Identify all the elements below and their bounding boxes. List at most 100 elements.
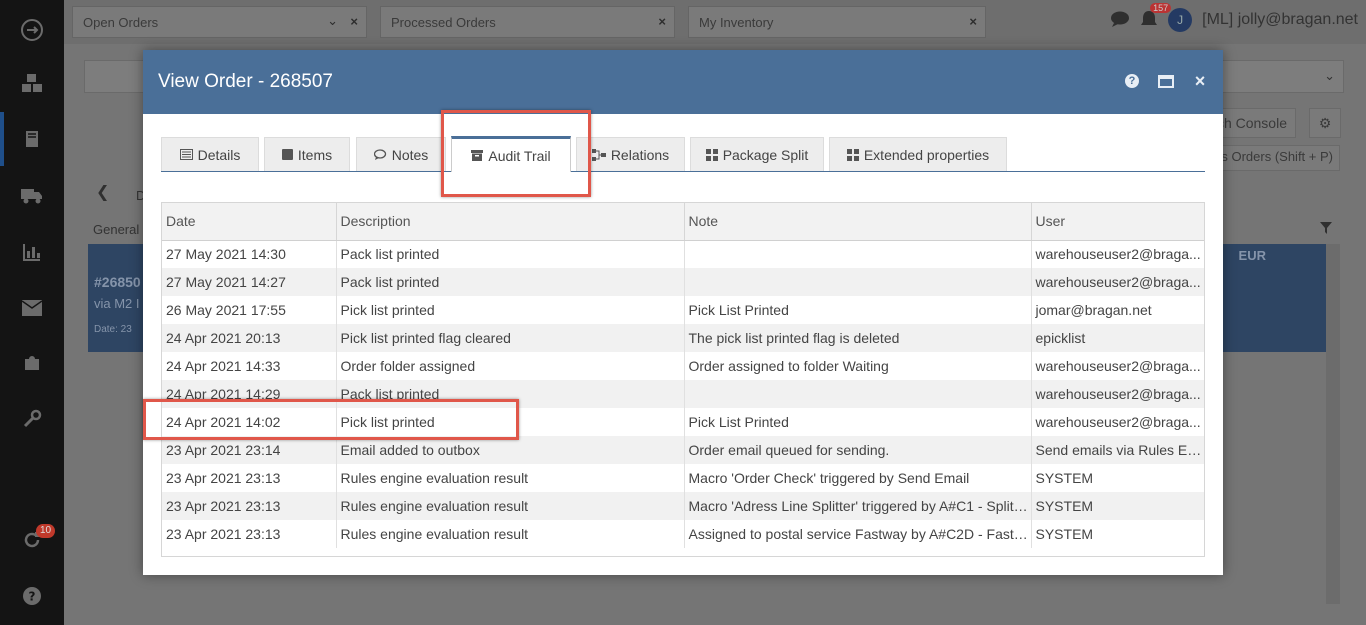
close-button[interactable]: × [1191,72,1209,90]
table-body: 27 May 2021 14:30 Pack list printed wareho… [162,240,1204,548]
cubes-icon[interactable] [20,72,44,96]
maximize-button[interactable] [1157,72,1175,90]
close-icon: × [1194,71,1206,91]
cell-note: Order assigned to folder Waiting [684,352,1032,380]
tab-audit-trail[interactable]: Audit Trail [451,136,571,172]
cell-user: warehouseuser2@braga... [1031,380,1204,408]
notifications[interactable]: 157 [1140,2,1172,32]
notification-badge: 157 [1150,2,1172,13]
cell-note [684,268,1032,296]
tab-package-split[interactable]: Package Split [690,137,824,171]
cell-description: Pick list printed [336,408,685,436]
window-maximize-icon [1158,74,1174,88]
cell-user: epicklist [1031,324,1204,352]
tab-relations[interactable]: Relations [576,137,685,171]
table-row[interactable]: 23 Apr 2021 23:13 Rules engine evaluation… [162,464,1204,492]
background-scrollbar[interactable] [1326,244,1340,604]
comments-icon [373,149,387,160]
cell-description: Pick list printed flag cleared [336,324,685,352]
tab-extended-properties[interactable]: Extended properties [829,137,1007,171]
tab-label: Package Split [722,146,809,163]
table-row[interactable]: 26 May 2021 17:55 Pick list printed Pick L… [162,296,1204,324]
chat-icon[interactable] [1110,10,1130,31]
table-row[interactable]: 24 Apr 2021 14:02 Pick list printed Pick L… [162,408,1204,436]
close-icon[interactable]: × [658,14,666,29]
chevron-down-icon[interactable]: ⌄ [327,13,338,29]
table-row[interactable]: 23 Apr 2021 23:13 Rules engine evaluation… [162,492,1204,520]
user-email[interactable]: [ML] jolly@bragan.net [1202,11,1358,29]
cell-note: Macro 'Adress Line Splitter' triggered b… [684,492,1032,520]
back-chevron-icon[interactable]: ❮ [96,182,109,202]
tab-label: Extended properties [863,146,990,163]
close-icon[interactable]: × [969,14,977,29]
table-row[interactable]: 24 Apr 2021 14:33 Order folder assigned Or… [162,352,1204,380]
cell-note: Macro 'Order Check' triggered by Send Em… [684,464,1032,492]
archive-icon [471,150,484,161]
cell-description: Pick list printed [336,296,685,324]
close-icon[interactable]: × [350,14,358,29]
th-large-icon [705,148,718,161]
modal-header-actions: ? × [1123,72,1209,90]
truck-icon[interactable] [20,184,44,208]
table-row[interactable]: 23 Apr 2021 23:13 Rules engine evaluation… [162,520,1204,548]
cell-note [684,240,1032,268]
cell-user: SYSTEM [1031,492,1204,520]
column-header-description[interactable]: Description [336,203,685,241]
app-tab-processed-orders[interactable]: Processed Orders × [380,6,675,38]
chevron-down-icon: ⌄ [1324,68,1335,83]
cell-description: Pack list printed [336,380,685,408]
orders-shortcut-button[interactable]: s Orders (Shift + P) [1204,145,1340,171]
wrench-icon[interactable] [20,407,44,431]
chart-icon[interactable] [20,240,44,264]
cell-date: 23 Apr 2021 23:13 [162,464,337,492]
book-icon[interactable] [20,127,44,151]
column-header-user[interactable]: User [1031,203,1204,241]
sync-icon[interactable] [20,18,44,42]
tab-notes[interactable]: Notes [356,137,446,171]
puzzle-icon[interactable] [20,351,44,375]
order-source: via M2 I [94,296,140,311]
cell-description: Pack list printed [336,240,685,268]
table-row[interactable]: 27 May 2021 14:27 Pack list printed wareho… [162,268,1204,296]
currency-label: EUR [1238,248,1266,263]
table-row[interactable]: 24 Apr 2021 14:29 Pack list printed wareho… [162,380,1204,408]
audit-trail-table: Date Description Note User 27 May 2021 1… [162,203,1204,548]
app-tab-label: Processed Orders [391,15,496,30]
cell-description: Order folder assigned [336,352,685,380]
table-row[interactable]: 23 Apr 2021 23:14 Email added to outbox Or… [162,436,1204,464]
sidebar: 10 ? [0,0,64,625]
modal-tabs: Details Items Notes Audit Trail Relation… [161,136,1205,172]
cell-user: warehouseuser2@braga... [1031,352,1204,380]
table-row[interactable]: 27 May 2021 14:30 Pack list printed wareho… [162,240,1204,268]
box-icon [281,149,293,160]
app-tab-my-inventory[interactable]: My Inventory × [688,6,986,38]
view-order-modal: View Order - 268507 ? × Details Items No… [143,50,1223,575]
cell-date: 23 Apr 2021 23:13 [162,492,337,520]
column-header-date[interactable]: Date [162,203,337,241]
filter-icon[interactable] [1320,222,1332,237]
avatar[interactable]: J [1168,8,1193,32]
cell-date: 24 Apr 2021 14:02 [162,408,337,436]
mail-icon[interactable] [20,296,44,320]
order-number: #26850 [94,274,141,290]
cell-note: Pick List Printed [684,296,1032,324]
help-button[interactable]: ? [1123,72,1141,90]
cell-description: Email added to outbox [336,436,685,464]
sidebar-badge: 10 [36,524,56,538]
cell-date: 26 May 2021 17:55 [162,296,337,324]
tab-label: Items [297,146,333,163]
tab-details[interactable]: Details [161,137,259,171]
app-tab-open-orders[interactable]: Open Orders ⌄ × [72,6,367,38]
cell-date: 27 May 2021 14:27 [162,268,337,296]
sitemap-icon [591,148,606,161]
help-icon[interactable]: ? [20,584,44,608]
tab-items[interactable]: Items [264,137,350,171]
table-row[interactable]: 24 Apr 2021 20:13 Pick list printed flag … [162,324,1204,352]
cell-note: Order email queued for sending. [684,436,1032,464]
column-header-note[interactable]: Note [684,203,1032,241]
list-icon [179,149,193,160]
cell-user: SYSTEM [1031,464,1204,492]
modal-title: View Order - 268507 [158,71,333,92]
gear-icon[interactable]: ⚙ [1309,108,1341,138]
cell-date: 24 Apr 2021 14:29 [162,380,337,408]
